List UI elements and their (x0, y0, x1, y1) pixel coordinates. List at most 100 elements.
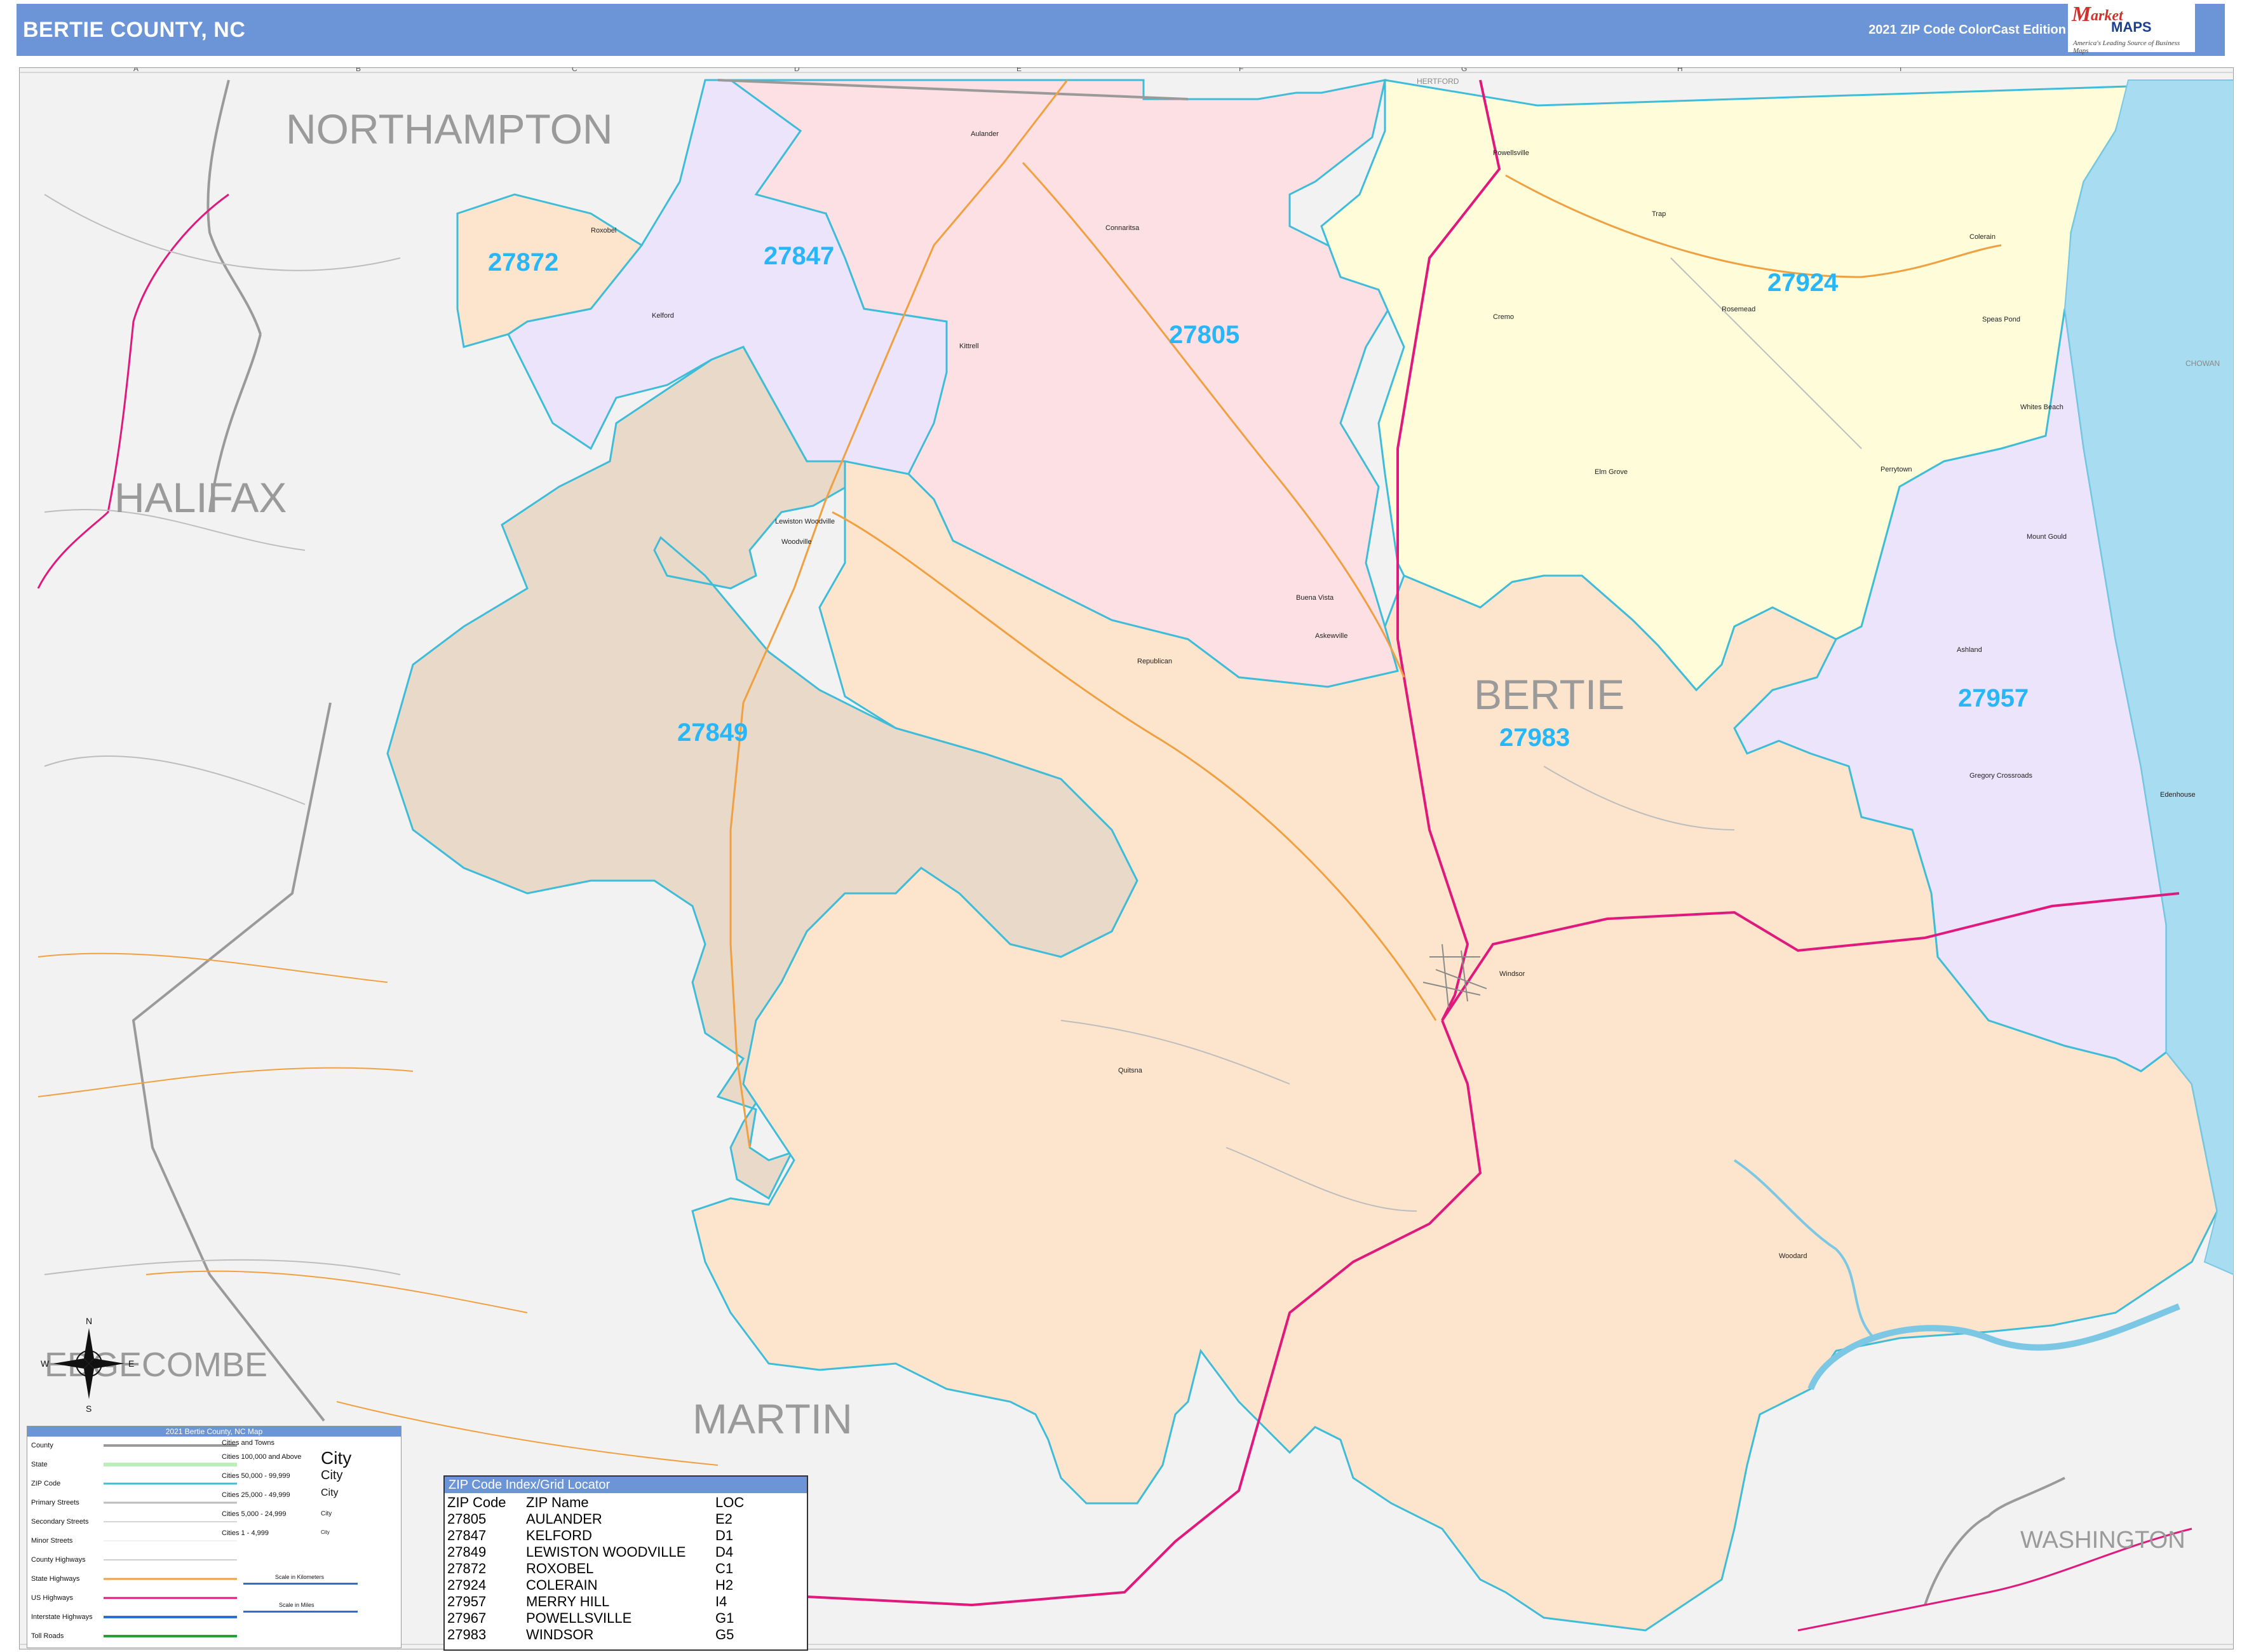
grid-col-H: H (1677, 67, 1683, 73)
legend-city-5k: Cities 5,000 - 24,999 (222, 1510, 287, 1518)
zip-name-cell: KELFORD (526, 1527, 592, 1543)
zip-code-cell: 27805 (447, 1511, 487, 1527)
logo-maps: MAPS (2111, 19, 2152, 35)
grid-col-D: D (794, 67, 800, 73)
legend-city-sample-5: City (321, 1529, 330, 1535)
zip-name-cell: LEWISTON WOODVILLE (526, 1544, 686, 1560)
compass-e: E (128, 1358, 134, 1369)
table-row: 27957 MERRY HILL I4 (445, 1594, 807, 1610)
county-label-hertford: HERTFORD (1417, 77, 1459, 86)
place-label-rosemead: Rosemead (1722, 306, 1755, 313)
zip-loc-cell: H2 (715, 1577, 734, 1593)
zip-loc-cell: G5 (715, 1627, 734, 1642)
table-row: 27849 LEWISTON WOODVILLE D4 (445, 1544, 807, 1561)
title-bar: BERTIE COUNTY, NC 2021 ZIP Code ColorCas… (17, 4, 2225, 56)
grid-col-F: F (1239, 67, 1243, 73)
place-label-edenhouse: Edenhouse (2160, 791, 2196, 799)
zip-code-cell: 27849 (447, 1544, 487, 1560)
zip-loc-cell: E2 (715, 1511, 733, 1527)
place-label-lewiston: Lewiston Woodville (775, 518, 835, 525)
grid-col-B: B (356, 67, 361, 73)
place-label-powellsville: Powellsville (1493, 149, 1529, 157)
county-label-washington: WASHINGTON (2020, 1527, 2185, 1554)
zip-index-table: ZIP Code Index/Grid Locator ZIP Code ZIP… (443, 1475, 808, 1651)
legend-county: County (31, 1442, 53, 1449)
map-legend: 2021 Bertie County, NC Map County State … (27, 1426, 402, 1648)
table-row: 27983 WINDSOR G5 (445, 1627, 807, 1643)
zip-loc-cell: D1 (715, 1527, 734, 1543)
compass-n: N (86, 1316, 92, 1326)
zip-loc-cell: D4 (715, 1544, 734, 1560)
zip-label-27924: 27924 (1767, 269, 1839, 297)
legend-city-sample-2: City (321, 1468, 343, 1482)
legend-city-sample-1: City (321, 1448, 352, 1468)
zip-code-cell: 27983 (447, 1627, 487, 1642)
zip-name-cell: WINDSOR (526, 1627, 594, 1642)
table-row: 27924 COLERAIN H2 (445, 1577, 807, 1594)
legend-us-highways: US Highways (31, 1594, 74, 1602)
zip-label-27849: 27849 (677, 719, 748, 747)
place-label-woodville: Woodville (781, 538, 812, 546)
legend-secondary-streets: Secondary Streets (31, 1518, 89, 1526)
legend-interstate-highways: Interstate Highways (31, 1613, 93, 1621)
place-label-ashland: Ashland (1957, 646, 1982, 654)
grid-col-C: C (572, 67, 577, 73)
zip-table-header-code: ZIP Code (447, 1494, 506, 1510)
legend-toll-roads: Toll Roads (31, 1632, 64, 1640)
county-label-bertie: BERTIE (1474, 671, 1624, 718)
zip-name-cell: AULANDER (526, 1511, 602, 1527)
place-label-windsor: Windsor (1499, 970, 1525, 978)
zip-table-title: ZIP Code Index/Grid Locator (445, 1477, 807, 1493)
grid-col-G: G (1461, 67, 1467, 73)
legend-primary-streets: Primary Streets (31, 1499, 79, 1506)
zip-table-header-row: ZIP Code ZIP Name LOC (445, 1494, 807, 1511)
county-label-martin: MARTIN (692, 1395, 853, 1442)
legend-state: State (31, 1461, 48, 1468)
legend-cities-title: Cities and Towns (222, 1439, 274, 1447)
zip-table-header-loc: LOC (715, 1494, 745, 1510)
place-label-perrytown: Perrytown (1881, 466, 1912, 473)
zip-code-cell: 27967 (447, 1610, 487, 1626)
zip-label-27957: 27957 (1958, 684, 2029, 712)
legend-city-sample-4: City (321, 1510, 332, 1517)
table-row: 27967 POWELLSVILLE G1 (445, 1610, 807, 1627)
place-label-roxobel: Roxobel (591, 227, 616, 234)
place-label-mount-gould: Mount Gould (2027, 533, 2067, 541)
place-label-cremo: Cremo (1493, 313, 1514, 321)
zip-table-header-name: ZIP Name (526, 1494, 589, 1510)
map-title: BERTIE COUNTY, NC (23, 18, 246, 42)
place-label-kelford: Kelford (652, 312, 674, 320)
compass-w: W (41, 1358, 50, 1369)
place-label-trap: Trap (1652, 210, 1666, 218)
edition-label: 2021 ZIP Code ColorCast Edition (1868, 23, 2066, 37)
legend-scale-mi: Scale in Miles (279, 1602, 314, 1608)
scale-bar-mi (243, 1611, 358, 1613)
legend-state-highways: State Highways (31, 1575, 80, 1583)
zip-name-cell: POWELLSVILLE (526, 1610, 632, 1626)
legend-city-sample-3: City (321, 1487, 339, 1498)
zip-code-cell: 27872 (447, 1561, 487, 1576)
place-label-republican: Republican (1137, 658, 1172, 665)
place-label-connaritsa: Connaritsa (1105, 224, 1140, 232)
place-label-whites-beach: Whites Beach (2020, 403, 2063, 411)
logo-tagline: America's Leading Source of Business Map… (2073, 39, 2180, 55)
place-label-speas-pond: Speas Pond (1982, 316, 2020, 323)
county-label-halifax: HALIFAX (114, 474, 287, 521)
zip-label-27983: 27983 (1499, 724, 1570, 752)
place-label-woodard: Woodard (1779, 1252, 1807, 1260)
zip-code-cell: 27924 (447, 1577, 487, 1593)
zip-name-cell: COLERAIN (526, 1577, 598, 1593)
place-label-aulander: Aulander (971, 130, 999, 138)
county-label-northampton: NORTHAMPTON (286, 105, 613, 152)
place-label-buena-vista: Buena Vista (1296, 594, 1334, 602)
zip-loc-cell: G1 (715, 1610, 734, 1626)
legend-title: 2021 Bertie County, NC Map (27, 1426, 401, 1437)
legend-scale-km: Scale in Kilometers (275, 1574, 325, 1580)
scale-bar-km (243, 1583, 358, 1585)
grid-col-I: I (1900, 67, 1901, 73)
legend-city-25k: Cities 25,000 - 49,999 (222, 1491, 290, 1499)
place-label-kittrell: Kittrell (959, 342, 979, 350)
place-label-askewville: Askewville (1315, 632, 1347, 640)
table-row: 27872 ROXOBEL C1 (445, 1561, 807, 1577)
zip-label-27847: 27847 (764, 242, 834, 270)
